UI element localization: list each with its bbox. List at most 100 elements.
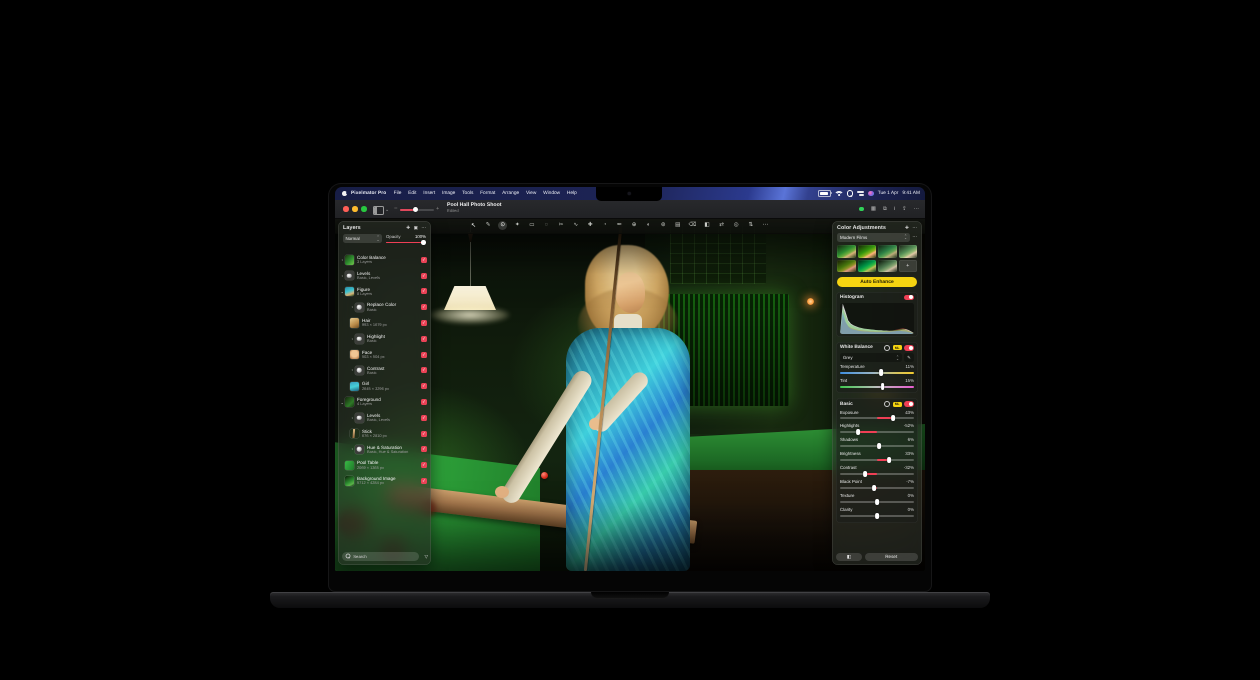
ml-badge[interactable]: ML [893,345,902,350]
zoom-slider[interactable]: − + [395,208,441,212]
minimize-button[interactable] [352,206,358,212]
preset-thumbnail[interactable] [837,260,856,273]
slider-knob[interactable] [891,415,895,422]
transform-tool[interactable]: ⇄ [717,221,726,230]
slider-knob[interactable] [873,485,877,492]
slider-control[interactable] [840,457,914,464]
zoom-in-icon[interactable]: + [436,206,439,212]
reset-circle-icon[interactable] [884,345,890,351]
disclosure-icon[interactable]: › [350,416,355,420]
layer-row-foreground[interactable]: ⌄Foreground4 Layers✓ [338,394,431,410]
disclosure-icon[interactable]: › [340,258,345,262]
layer-row-figure[interactable]: ⌄Figure8 Layers✓ [338,284,431,300]
menu-date[interactable]: Tue 1 Apr [878,191,899,196]
crop-tool[interactable]: ◧ [703,221,712,230]
auto-enhance-button[interactable]: Auto Enhance [837,277,917,287]
slider-knob[interactable] [875,513,879,520]
reset-button[interactable]: Reset [865,553,919,562]
slider-control[interactable] [840,383,914,390]
layer-style-icon[interactable]: ▣ [414,225,418,231]
preset-thumbnail[interactable] [837,245,856,258]
fullscreen-button[interactable] [361,206,367,212]
add-layer-icon[interactable]: ✚ [406,225,410,231]
close-button[interactable] [343,206,349,212]
layer-visibility-checkbox[interactable]: ✓ [421,288,427,294]
layer-row-color-balance[interactable]: ›Color Balance3 Layers✓ [338,252,431,268]
preset-thumbnail[interactable] [858,245,877,258]
clone-tool[interactable]: ◔ [600,221,609,230]
menu-app-name[interactable]: Pixelmator Pro [351,191,386,196]
disclosure-icon[interactable]: › [350,305,355,309]
layer-visibility-checkbox[interactable]: ✓ [421,257,427,263]
pencil-tool[interactable]: ✏ [615,221,624,230]
add-tool[interactable]: ✚ [586,221,595,230]
slider-knob[interactable] [887,457,891,464]
menu-view[interactable]: View [523,191,540,196]
move-tool[interactable]: ↖ [469,221,478,230]
menu-edit[interactable]: Edit [405,191,420,196]
menu-arrange[interactable]: Arrange [499,191,523,196]
cut-tool[interactable]: ✂ [557,221,566,230]
slider-knob[interactable] [881,383,885,390]
menu-help[interactable]: Help [564,191,581,196]
opacity-slider-knob[interactable] [421,240,426,245]
layer-row-contrast[interactable]: ›ContrastBasic✓ [338,363,431,379]
add-adjustment-icon[interactable]: ✚ [905,225,909,231]
slider-control[interactable] [840,415,914,422]
menu-insert[interactable]: Insert [420,191,439,196]
preset-more-icon[interactable]: ⋯ [912,234,917,240]
control-center-icon[interactable] [857,191,864,197]
layer-row-girl[interactable]: Girl2645 × 3296 px✓ [338,378,431,394]
more-icon[interactable]: ⋯ [914,206,919,212]
layer-visibility-checkbox[interactable]: ✓ [421,336,427,342]
basic-toggle[interactable] [904,401,914,407]
blend-mode-select[interactable]: Normal ⌃⌄ [343,234,382,243]
preset-thumbnail[interactable] [878,260,897,273]
slider-control[interactable] [840,485,914,492]
pattern-tool[interactable]: ▤ [673,221,682,230]
layer-visibility-checkbox[interactable]: ✓ [421,478,427,484]
layer-visibility-checkbox[interactable]: ✓ [421,304,427,310]
preset-thumbnail[interactable] [899,245,918,258]
zoom-out-icon[interactable]: − [394,206,398,212]
menu-format[interactable]: Format [477,191,499,196]
menu-time[interactable]: 9:41 AM [902,191,920,196]
opacity-slider[interactable] [386,240,426,245]
sidebar-toggle-icon[interactable] [373,206,384,215]
disclosure-icon[interactable]: › [350,337,355,341]
add-preset-button[interactable]: + [899,260,918,273]
sync-status-dot[interactable] [859,207,864,212]
slider-knob[interactable] [879,369,883,376]
slider-control[interactable] [840,513,914,520]
spotlight-icon[interactable] [847,190,853,196]
preset-thumbnail[interactable] [858,260,877,273]
reset-circle-icon[interactable] [884,401,890,407]
style-tool[interactable]: ⊙ [498,221,507,230]
layer-row-hair[interactable]: Hair993 × 1679 px✓ [338,315,431,331]
disclosure-icon[interactable]: › [350,447,355,451]
sidebar-chevron-icon[interactable]: ⌄ [385,207,389,213]
layers-more-icon[interactable]: ⋯ [421,225,426,231]
layer-visibility-checkbox[interactable]: ✓ [421,352,427,358]
slider-control[interactable] [840,369,914,376]
layers-search-field[interactable]: Search [342,552,419,561]
export-icon[interactable]: ⧉ [883,206,887,213]
battery-icon[interactable] [818,190,831,197]
layer-visibility-checkbox[interactable]: ✓ [421,273,427,279]
disclosure-icon[interactable]: › [350,368,355,372]
histogram-toggle[interactable] [904,295,914,301]
preset-select[interactable]: Modern Films ⌃⌄ [837,233,910,243]
layer-visibility-checkbox[interactable]: ✓ [421,367,427,373]
slider-control[interactable] [840,471,914,478]
color-tool[interactable]: ⊚ [659,221,668,230]
ml-badge[interactable]: ML [893,402,902,407]
adjustments-more-icon[interactable]: ⋯ [912,225,917,231]
rect-select-tool[interactable]: ▭ [527,221,536,230]
slider-knob[interactable] [877,443,881,450]
disclosure-icon[interactable]: ⌄ [340,289,345,294]
zoom-slider-knob[interactable] [413,207,418,212]
menu-image[interactable]: Image [439,191,459,196]
siri-icon[interactable] [868,191,874,197]
layer-visibility-checkbox[interactable]: ✓ [421,462,427,468]
slider-control[interactable] [840,499,914,506]
